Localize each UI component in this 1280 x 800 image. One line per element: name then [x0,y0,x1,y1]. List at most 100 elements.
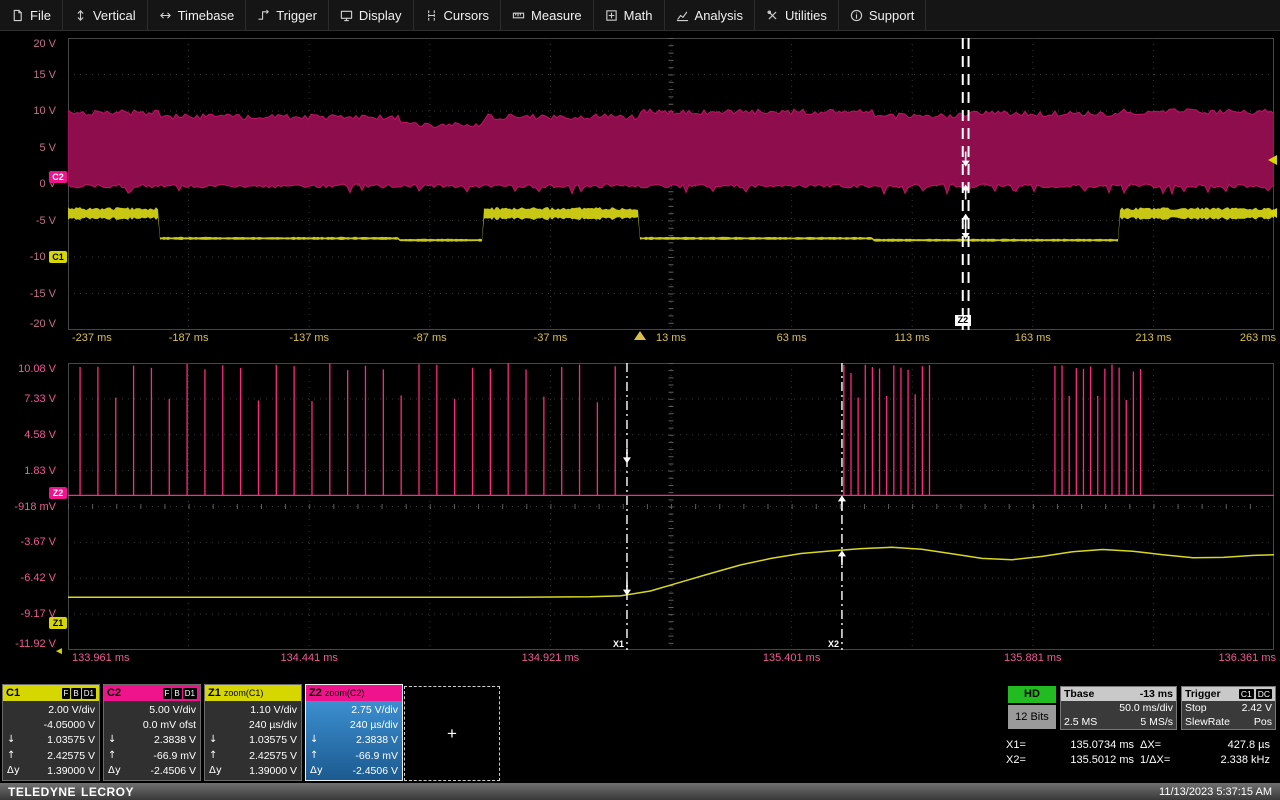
menu-item-vertical[interactable]: Vertical [63,0,148,30]
main-grid-y-label: -20 V [29,318,56,330]
file-icon [13,9,22,21]
delta-y-value: -2.4506 V [150,764,196,777]
trigger-summary-box[interactable]: Trigger C1 DC Stop 2.42 V SlewRate Pos [1181,686,1276,730]
zoom-grid-y-label: 7.33 V [24,392,56,405]
main-grid-x-label: 263 ms [1239,332,1276,344]
trigger-header: Trigger C1 DC [1182,687,1275,701]
menu-item-timebase[interactable]: Timebase [148,0,247,30]
main-grid-x-label: 113 ms [894,332,930,344]
vdiv-value: 5.00 V/div [149,704,196,717]
menu-item-measure[interactable]: Measure [501,0,594,30]
menu-item-trigger[interactable]: Trigger [246,0,329,30]
offset-value: 0.0 mV ofst [142,719,196,732]
menu-item-label: Math [623,7,653,23]
zoom-grid-y-label: -11.92 V [15,638,56,650]
plus-icon: + [447,723,457,743]
tdiv-value: 240 µs/div [248,719,297,732]
menu-item-display[interactable]: Display [329,0,414,30]
main-grid-y-label: 0 V [39,178,56,190]
menu-item-label: Display [358,7,402,23]
vdiv-value: 2.75 V/div [351,704,398,717]
delta-y-icon: Δy [108,764,121,776]
cursor2-arrow-icon: ↑ [7,749,16,761]
descriptor-z2[interactable]: Z2 zoom(C2) 2.75 V/div 240 µs/div ↓ 2.383… [305,684,403,781]
main-grid-y-label: -5 V [35,214,56,227]
trace-descriptors: C1 F B D1 2.00 V/div -4.05000 V ↓ 1.03575… [2,684,403,781]
descriptor-c1-header: C1 F B D1 [3,685,99,701]
zoom-grid-y-label: 1.83 V [24,464,56,477]
menu-item-analysis[interactable]: Analysis [665,0,755,30]
timebase-title: Tbase [1064,688,1095,700]
delta-y-icon: Δy [209,764,222,776]
trace-source: zoom(C1) [223,688,264,698]
cursor2-value: 2.42575 V [47,749,95,762]
math-icon [605,9,617,21]
z1-offset-arrow-icon: ◄ [54,646,64,657]
c2-offset-tag[interactable]: C2 [49,171,67,183]
cursor1-arrow-icon: ↓ [310,734,319,746]
menu-item-file[interactable]: File [0,0,63,30]
delta-y-value: 1.39000 V [47,764,95,777]
z2-offset-tag[interactable]: Z2 [49,487,67,499]
main-grid-x-label: -37 ms [533,332,568,344]
badge-d1: D1 [81,687,96,699]
descriptor-c2[interactable]: C2 F B D1 5.00 V/div 0.0 mV ofst ↓ 2.3838… [103,684,201,781]
menu-item-label: Measure [531,7,582,23]
main-grid-y-label: -10 V [29,251,56,263]
tdiv-value: 240 µs/div [349,719,398,732]
timebase-delay: -13 ms [1139,688,1173,700]
vdiv-value: 1.10 V/div [250,704,297,717]
zoom-grid-y-label: -6.42 V [20,572,56,585]
measure-icon [512,12,525,18]
menu-item-support[interactable]: Support [839,0,927,30]
descriptor-c1[interactable]: C1 F B D1 2.00 V/div -4.05000 V ↓ 1.03575… [2,684,100,781]
menu-item-label: File [30,7,51,23]
c1-offset-tag[interactable]: C1 [49,251,67,263]
trace-name: Z2 [309,687,322,699]
zoom-region-label[interactable]: Z2 [954,315,972,326]
descriptor-z1[interactable]: Z1 zoom(C1) 1.10 V/div 240 µs/div ↓ 1.035… [204,684,302,781]
descriptor-z1-body: 1.10 V/div 240 µs/div ↓ 1.03575 V ↑ 2.4257… [205,701,301,780]
add-trace-button[interactable]: + [404,686,500,781]
trace-source: zoom(C2) [324,688,365,698]
trigger-title: Trigger [1185,688,1221,700]
cursor1-value: 1.03575 V [249,734,297,747]
badge-b: B [172,687,182,699]
resolution-badge: 12 Bits [1008,705,1056,729]
display-icon [340,10,353,21]
zoom-grid-y-label: -9.17 V [20,608,56,621]
trigger-type: SlewRate [1185,716,1230,728]
z1-offset-tag[interactable]: Z1 [49,617,67,629]
oscilloscope-screen: File Vertical Timebase Trigger Display C… [0,0,1280,800]
badge-d1: D1 [182,687,197,699]
cursors-icon [427,9,435,21]
inv-dx-label: 1/ΔX= [1140,753,1171,766]
timebase-summary-box[interactable]: Tbase -13 ms 50.0 ms/div 2.5 MS 5 MS/s [1060,686,1177,730]
descriptor-c2-header: C2 F B D1 [104,685,200,701]
x1-label: X1= [1006,738,1026,751]
cursor1-arrow-icon: ↓ [209,734,218,746]
hd-mode-badge[interactable]: HD [1008,686,1056,703]
cursor-x1-label[interactable]: X1 [613,639,624,649]
main-waveform-grid[interactable] [68,38,1274,330]
cursor2-arrow-icon: ↑ [108,749,117,761]
main-grid-y-label: 5 V [39,141,56,154]
inv-dx-value: 2.338 kHz [1220,753,1270,766]
menu-item-label: Support [868,7,915,23]
main-grid-y-label: -15 V [29,287,56,300]
delta-y-value: -2.4506 V [352,764,398,777]
trigger-level-upper-marker[interactable] [1268,155,1277,165]
timebase-sampling-row: 2.5 MS 5 MS/s [1061,715,1176,729]
menu-item-math[interactable]: Math [594,0,665,30]
cursor-x2-label[interactable]: X2 [828,639,839,649]
trigger-level-lower-marker[interactable] [1268,208,1277,218]
x2-label: X2= [1006,753,1026,766]
trigger-source-badge: C1 [1238,689,1254,699]
menu-item-cursors[interactable]: Cursors [414,0,502,30]
menu-item-label: Cursors [443,7,490,23]
menu-item-utilities[interactable]: Utilities [755,0,839,30]
main-grid-x-label: 13 ms [656,332,686,344]
trigger-position-marker[interactable] [634,331,646,340]
zoom-waveform-grid[interactable] [68,363,1274,650]
utilities-icon [767,9,777,19]
